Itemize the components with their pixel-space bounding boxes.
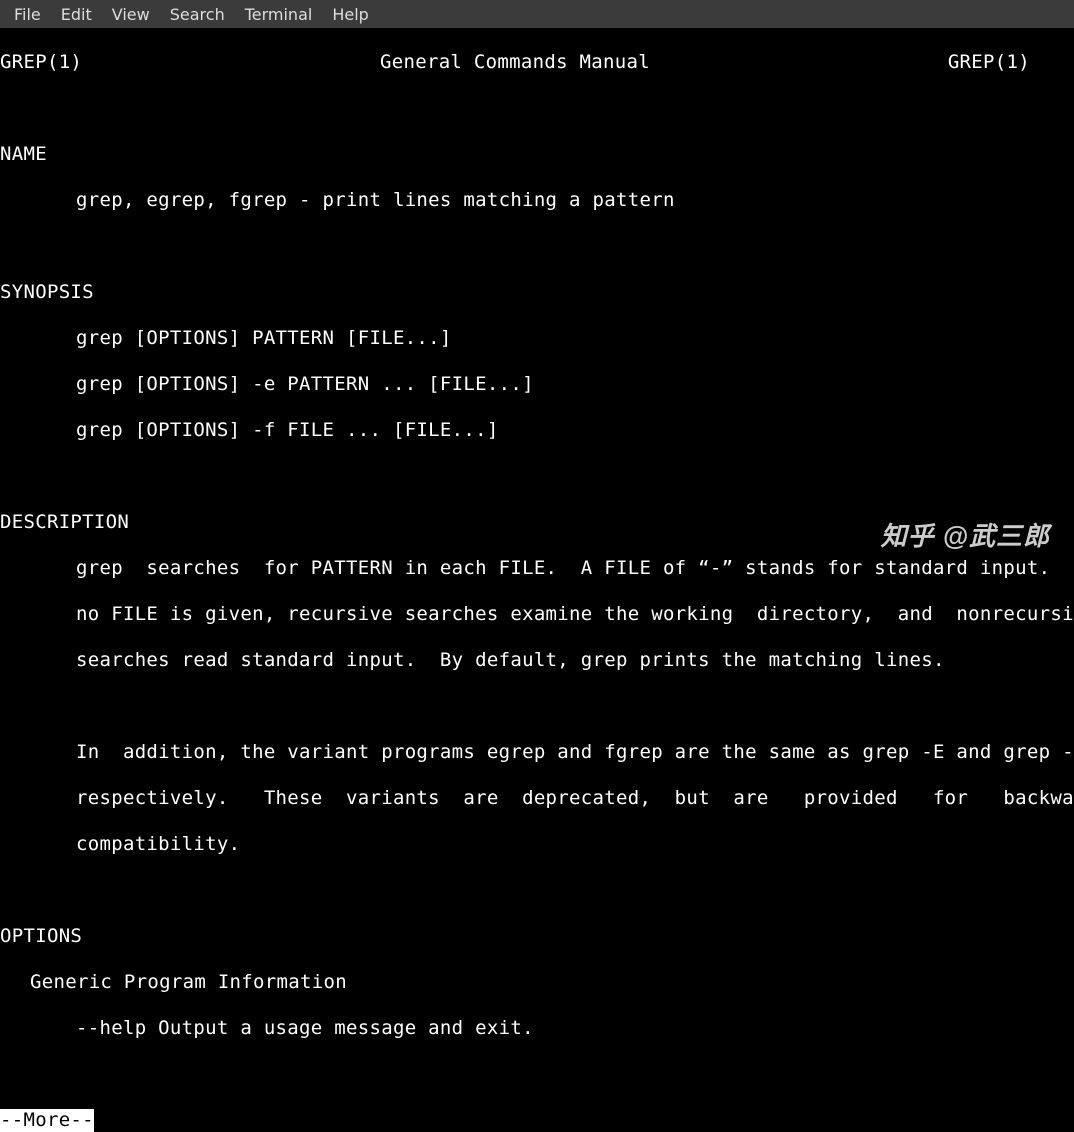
blank-line: [0, 695, 1074, 718]
man-header-right: GREP(1): [948, 51, 1030, 74]
section-synopsis-title: SYNOPSIS: [0, 281, 1074, 304]
menu-view[interactable]: View: [102, 2, 160, 27]
more-prompt[interactable]: --More--: [0, 1109, 94, 1132]
man-header: GREP(1) General Commands Manual GREP(1): [0, 51, 1030, 74]
section-description-title: DESCRIPTION: [0, 511, 1074, 534]
section-options-title: OPTIONS: [0, 925, 1074, 948]
section-name-title: NAME: [0, 143, 1074, 166]
menubar: File Edit View Search Terminal Help: [0, 0, 1074, 28]
blank-line: [0, 235, 1074, 258]
man-header-left: GREP(1): [0, 51, 82, 74]
man-header-center: General Commands Manual: [380, 51, 650, 74]
name-line: grep, egrep, fgrep - print lines matchin…: [0, 189, 1074, 212]
menu-help[interactable]: Help: [322, 2, 378, 27]
synopsis-line: grep [OPTIONS] -f FILE ... [FILE...]: [0, 419, 1074, 442]
blank-line: [0, 1063, 1074, 1086]
menu-file[interactable]: File: [4, 2, 51, 27]
options-help-line: --help Output a usage message and exit.: [0, 1017, 1074, 1040]
description-line: In addition, the variant programs egrep …: [0, 741, 1074, 764]
options-subheading: Generic Program Information: [0, 971, 1074, 994]
synopsis-line: grep [OPTIONS] PATTERN [FILE...]: [0, 327, 1074, 350]
description-line: compatibility.: [0, 833, 1074, 856]
description-line: no FILE is given, recursive searches exa…: [0, 603, 1074, 626]
terminal-output[interactable]: GREP(1) General Commands Manual GREP(1) NA…: [0, 28, 1074, 1132]
blank-line: [0, 465, 1074, 488]
description-line: grep searches for PATTERN in each FILE. …: [0, 557, 1074, 580]
blank-line: [0, 97, 1074, 120]
description-line: searches read standard input. By default…: [0, 649, 1074, 672]
menu-terminal[interactable]: Terminal: [235, 2, 323, 27]
menu-search[interactable]: Search: [160, 2, 235, 27]
blank-line: [0, 879, 1074, 902]
synopsis-line: grep [OPTIONS] -e PATTERN ... [FILE...]: [0, 373, 1074, 396]
menu-edit[interactable]: Edit: [51, 2, 102, 27]
description-line: respectively. These variants are depreca…: [0, 787, 1074, 810]
